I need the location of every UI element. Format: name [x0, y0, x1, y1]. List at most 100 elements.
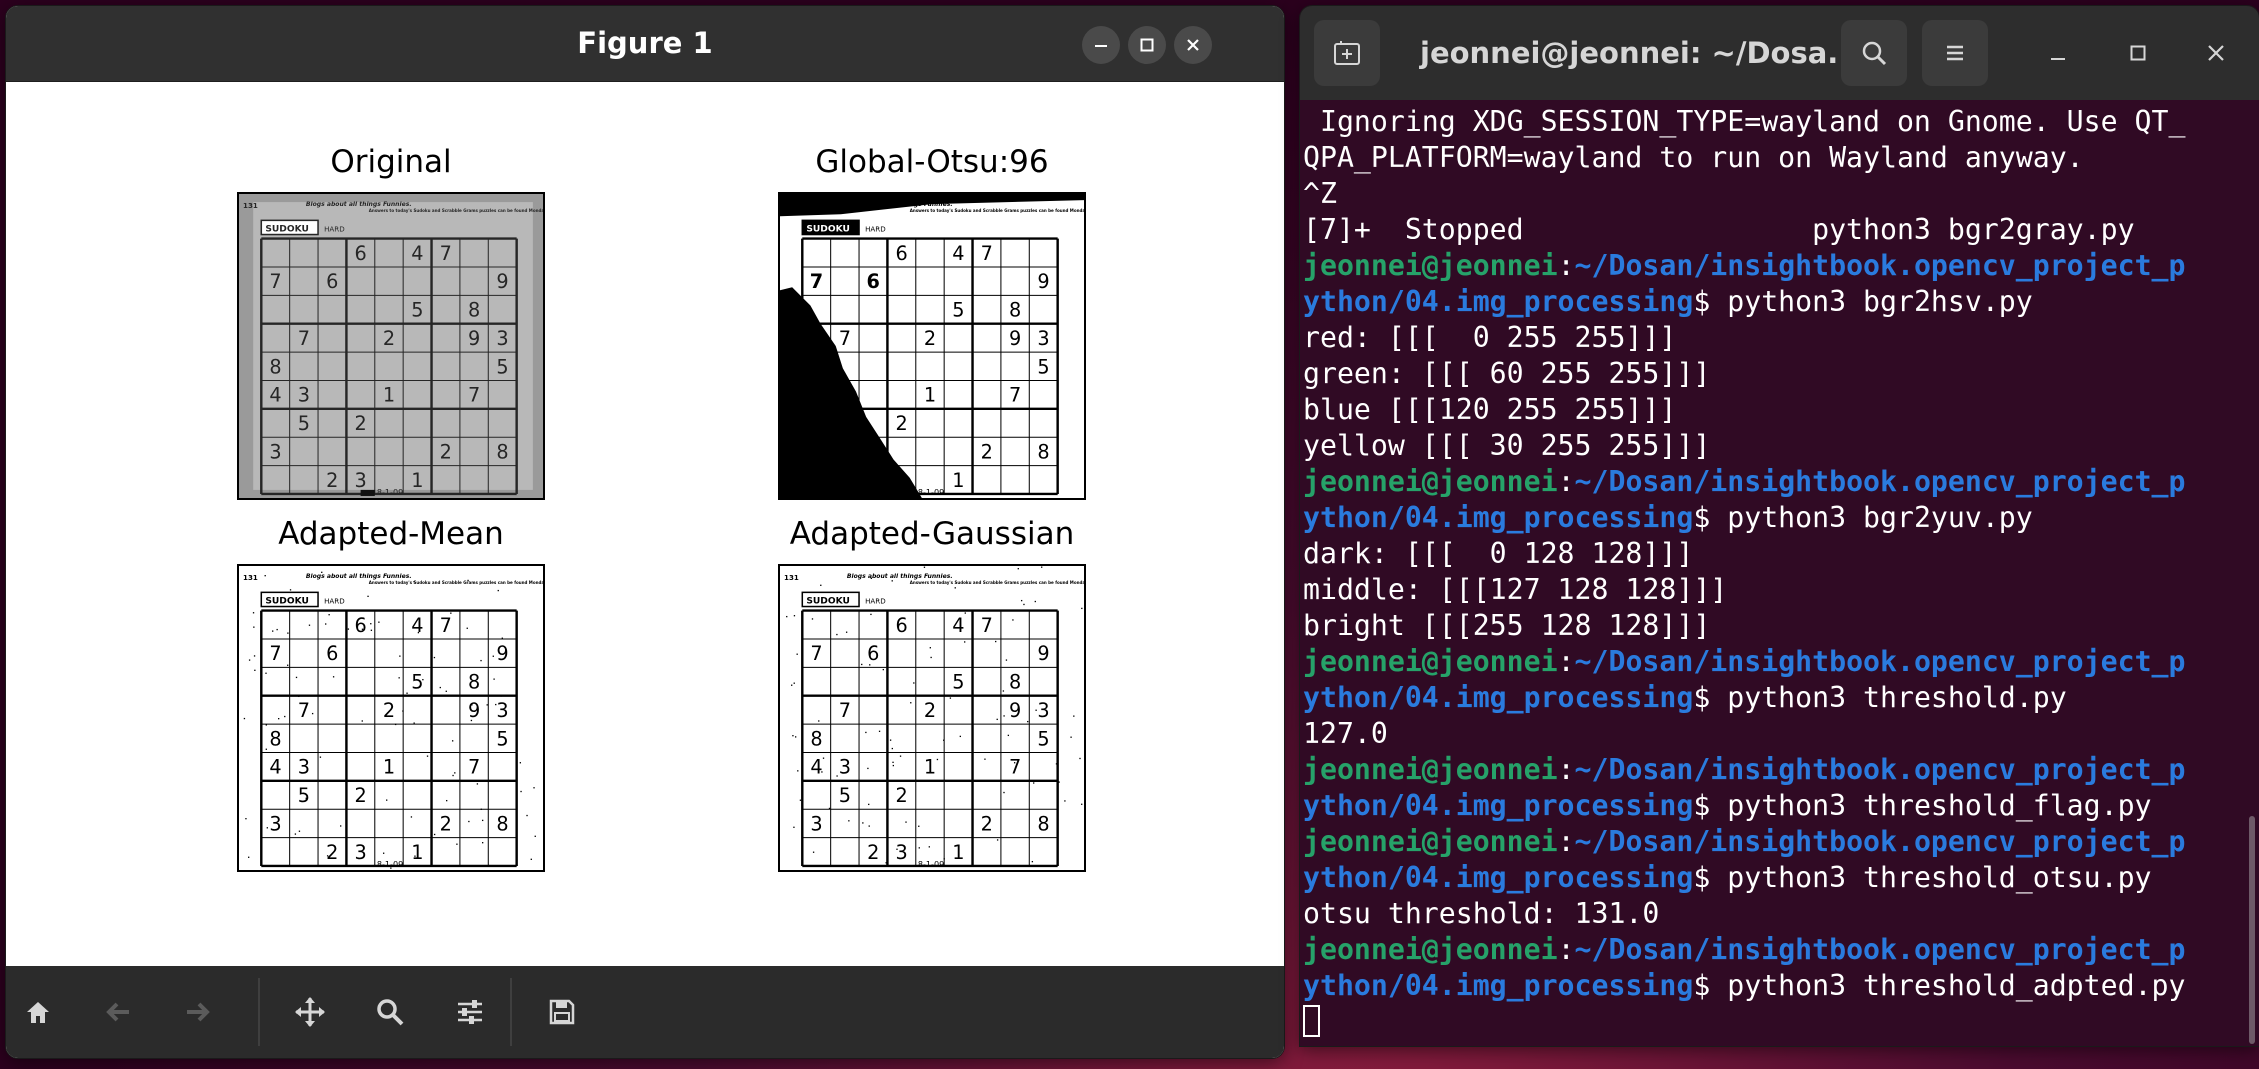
sudoku-digit: 6 — [354, 242, 366, 265]
sudoku-image: SUDOKUHARD131Blogs about all things Funn… — [780, 566, 1084, 870]
terminal-output-line: red: [[[ 0 255 255]]] — [1303, 321, 1677, 354]
sudoku-digit: 2 — [867, 841, 879, 864]
sudoku-difficulty: HARD — [865, 224, 886, 233]
sudoku-digit: 7 — [269, 270, 281, 293]
home-button[interactable] — [18, 992, 58, 1032]
configure-subplots-button[interactable] — [450, 992, 490, 1032]
close-icon — [2208, 45, 2224, 61]
sudoku-digit: 6 — [895, 614, 907, 637]
sudoku-digit: 3 — [496, 699, 508, 722]
sudoku-digit: 1 — [924, 756, 936, 779]
search-button[interactable] — [1841, 20, 1907, 86]
terminal-output-line: ^Z — [1303, 177, 1337, 210]
sudoku-digit: 2 — [981, 812, 993, 835]
sudoku-image: SUDOKU HARD 131 Blogs about all things Funn… — [239, 566, 543, 870]
sudoku-digit: 5 — [298, 784, 310, 807]
sudoku-digit: 8 — [1037, 812, 1049, 835]
sudoku-difficulty: HARD — [324, 596, 345, 605]
prompt-path: ~/Dosan/insightbook.opencv_project_p — [1574, 753, 2186, 786]
terminal-command: $ python3 bgr2yuv.py — [1693, 501, 2033, 534]
sudoku-digit: 7 — [440, 614, 452, 637]
sudoku-digit: 9 — [1037, 642, 1049, 665]
sudoku-header-label: SUDOKU — [806, 224, 850, 234]
zoom-button[interactable] — [370, 992, 410, 1032]
sudoku-digit: 3 — [1037, 327, 1049, 350]
prompt-path: ython/04.img_processing — [1303, 969, 1694, 1002]
pan-icon — [295, 997, 325, 1027]
maximize-icon — [2130, 45, 2146, 61]
sudoku-digit: 8 — [1009, 671, 1021, 694]
terminal-prompt-line: jeonnei@jeonnei:~/Dosan/insightbook.open… — [1303, 465, 2186, 498]
terminal-command: $ python3 threshold_flag.py — [1693, 789, 2152, 822]
sudoku-digit: 1 — [411, 469, 423, 492]
sudoku-digit: 8 — [496, 812, 508, 835]
sudoku-digit: 4 — [952, 242, 964, 265]
terminal-titlebar[interactable]: jeonnei@jeonnei: ~/Dosa... — [1300, 6, 2259, 100]
sudoku-footer: 8-1-09 — [918, 859, 944, 869]
terminal-output-line: QPA_PLATFORM=wayland to run on Wayland a… — [1303, 141, 2084, 174]
sudoku-digit: 2 — [354, 412, 366, 435]
sudoku-digit: 7 — [839, 699, 851, 722]
forward-button[interactable] — [178, 992, 218, 1032]
sudoku-digit: 6 — [895, 242, 907, 265]
prompt-user: jeonnei@jeonnei — [1303, 933, 1558, 966]
terminal-output-line: blue [[[120 255 255]]] — [1303, 393, 1677, 426]
sudoku-digit: 3 — [269, 440, 281, 463]
figure-titlebar[interactable]: Figure 1 — [6, 6, 1284, 82]
menu-button[interactable] — [1922, 20, 1988, 86]
sudoku-digit: 2 — [383, 699, 395, 722]
terminal-minimize-button[interactable] — [2036, 31, 2080, 75]
terminal-cursor-line — [1303, 1004, 2239, 1040]
terminal-command-line: ython/04.img_processing$ python3 thresho… — [1303, 860, 2239, 896]
sudoku-digit: 6 — [867, 642, 879, 665]
terminal-scrollbar[interactable] — [2249, 816, 2255, 1044]
sudoku-corner-number: 131 — [243, 573, 258, 582]
terminal-output-line: Ignoring XDG_SESSION_TYPE=wayland on Gno… — [1303, 105, 2186, 138]
terminal-output[interactable]: Ignoring XDG_SESSION_TYPE=wayland on Gno… — [1303, 104, 2239, 1046]
sudoku-ad-text: Blogs about all things Funnies. — [306, 200, 412, 208]
sudoku-digit: 5 — [411, 299, 423, 322]
sudoku-digit: 5 — [496, 727, 508, 750]
prompt-path: ython/04.img_processing — [1303, 285, 1694, 318]
minimize-icon — [1095, 45, 1107, 47]
terminal-command-line: ython/04.img_processing$ python3 thresho… — [1303, 680, 2239, 716]
terminal-prompt-line: jeonnei@jeonnei:~/Dosan/insightbook.open… — [1303, 933, 2186, 966]
sudoku-digit: 1 — [383, 384, 395, 407]
sudoku-header-label: SUDOKU — [265, 596, 309, 606]
terminal-title: jeonnei@jeonnei: ~/Dosa... — [1420, 36, 1861, 70]
sudoku-digit: 5 — [411, 671, 423, 694]
back-button[interactable] — [98, 992, 138, 1032]
save-button[interactable] — [542, 992, 582, 1032]
hamburger-menu-icon — [1947, 45, 1963, 61]
terminal-prompt-line: jeonnei@jeonnei:~/Dosan/insightbook.open… — [1303, 825, 2186, 858]
subplot-title-original: Original — [330, 144, 452, 180]
sudoku-digit: 9 — [1009, 699, 1021, 722]
prompt-user: jeonnei@jeonnei — [1303, 753, 1558, 786]
sudoku-digit: 8 — [269, 727, 281, 750]
terminal-output-line: dark: [[[ 0 128 128]]] — [1303, 537, 1694, 570]
prompt-path: ~/Dosan/insightbook.opencv_project_p — [1574, 249, 2186, 282]
maximize-button[interactable] — [1128, 26, 1166, 64]
pan-button[interactable] — [290, 992, 330, 1032]
sudoku-digit: 5 — [952, 671, 964, 694]
minimize-button[interactable] — [1082, 26, 1120, 64]
figure-canvas[interactable]: Original Global-Otsu:96 Adapted-Mean Ada… — [6, 82, 1284, 972]
sudoku-digit: 6 — [326, 270, 338, 293]
sudoku-digit: 5 — [298, 412, 310, 435]
terminal-command-line: ython/04.img_processing$ python3 bgr2hsv… — [1303, 284, 2239, 320]
terminal-maximize-button[interactable] — [2116, 31, 2160, 75]
close-button[interactable] — [1174, 26, 1212, 64]
prompt-user: jeonnei@jeonnei — [1303, 825, 1558, 858]
sudoku-digit: 3 — [1037, 699, 1049, 722]
sudoku-digit: 7 — [1009, 384, 1021, 407]
terminal-prompt-line: jeonnei@jeonnei:~/Dosan/insightbook.open… — [1303, 753, 2186, 786]
prompt-path: ~/Dosan/insightbook.opencv_project_p — [1574, 825, 2186, 858]
sudoku-header-label: SUDOKU — [806, 596, 850, 606]
sudoku-digit: 2 — [440, 440, 452, 463]
new-tab-button[interactable] — [1314, 20, 1380, 86]
subplot-title-adapted-mean: Adapted-Mean — [278, 516, 504, 552]
sudoku-digit: 9 — [496, 270, 508, 293]
terminal-close-button[interactable] — [2194, 31, 2238, 75]
sudoku-ad-text: Blogs about all things Funnies. — [306, 572, 412, 580]
sudoku-digit: 4 — [411, 242, 423, 265]
